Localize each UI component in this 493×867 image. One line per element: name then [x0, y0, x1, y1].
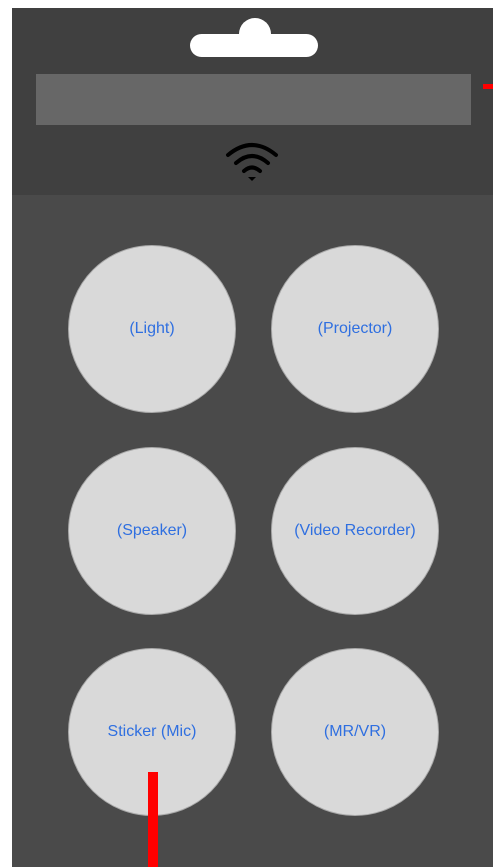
sticker-mic-button-label: Sticker (Mic) — [107, 723, 197, 740]
projector-button-label: (Projector) — [317, 320, 393, 337]
mr-vr-button-label: (MR/VR) — [323, 723, 387, 740]
light-button-label: (Light) — [129, 320, 175, 337]
red-marker-right — [483, 84, 493, 89]
light-button[interactable]: (Light) — [68, 245, 236, 413]
header — [12, 8, 493, 195]
mr-vr-button[interactable]: (MR/VR) — [271, 648, 439, 816]
video-recorder-button-label: (Video Recorder) — [294, 522, 416, 539]
speaker-button[interactable]: (Speaker) — [68, 447, 236, 615]
title-bar — [36, 74, 471, 125]
mount-knob — [239, 18, 271, 50]
device-panel: (Light) (Projector) (Speaker) (Video Rec… — [12, 8, 493, 867]
red-marker-bottom — [148, 772, 158, 867]
wifi-icon — [226, 143, 278, 181]
video-recorder-button[interactable]: (Video Recorder) — [271, 447, 439, 615]
speaker-button-label: (Speaker) — [116, 522, 188, 539]
projector-button[interactable]: (Projector) — [271, 245, 439, 413]
